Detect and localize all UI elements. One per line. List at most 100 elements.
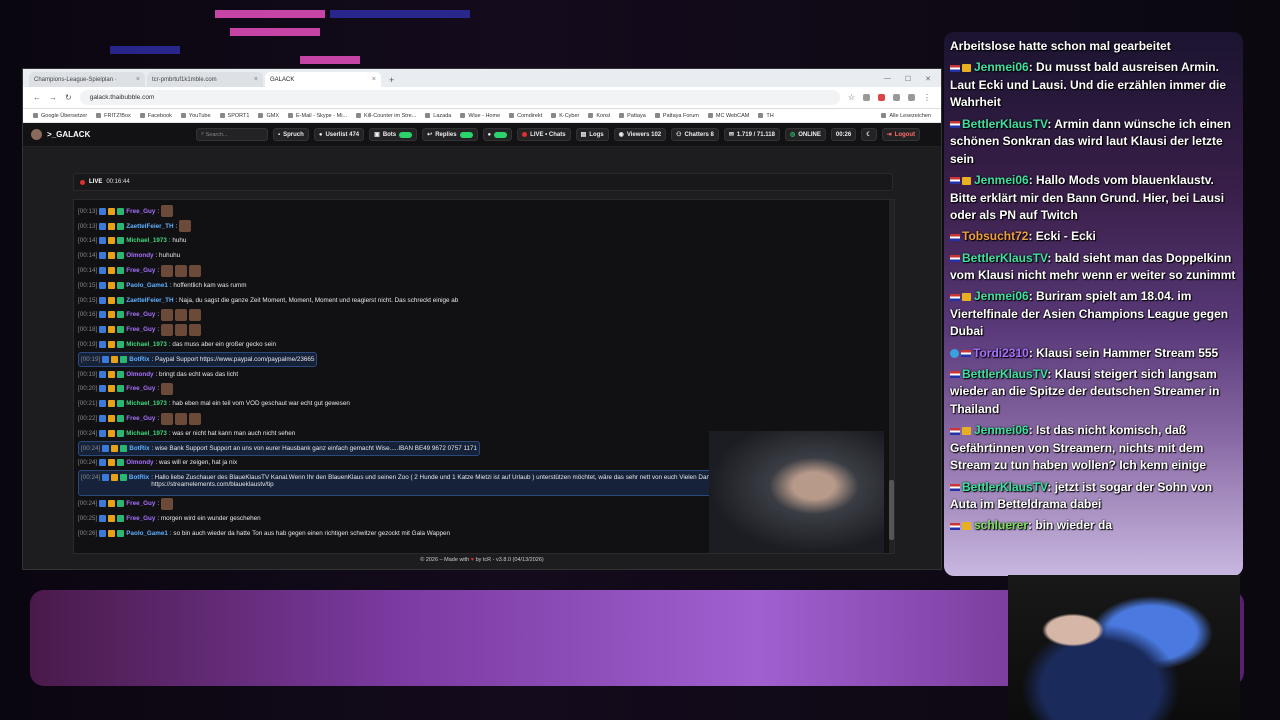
chat-timestamp: [00:19] xyxy=(78,370,98,378)
bookmark[interactable]: Pattaya xyxy=(619,113,646,119)
overlay-chat-username: schluerer xyxy=(974,518,1029,533)
logs-button[interactable]: ▤ Logs xyxy=(575,128,609,141)
bookmark[interactable]: GMX xyxy=(258,113,279,119)
chat-timestamp: [00:13] xyxy=(78,207,98,215)
chat-username[interactable]: Free_Guy xyxy=(126,311,155,318)
chat-username[interactable]: Free_Guy xyxy=(126,208,155,215)
emote-icon xyxy=(189,264,202,277)
minimize-icon[interactable]: — xyxy=(884,75,891,83)
bookmark[interactable]: E-Mail - Skype - Mi... xyxy=(288,113,347,119)
spruch-button[interactable]: ▪ Spruch xyxy=(273,128,309,141)
chat-username[interactable]: Olmondy xyxy=(126,371,153,378)
bookmark[interactable]: K-Cyber xyxy=(551,113,579,119)
close-window-icon[interactable]: ✕ xyxy=(925,75,931,83)
live-chats-button[interactable]: LIVE • Chats xyxy=(517,128,571,141)
browser-tab-active[interactable]: GALACK × xyxy=(265,72,381,87)
chat-username[interactable]: Free_Guy xyxy=(126,515,155,522)
userlist-button[interactable]: ● Userlist 474 xyxy=(313,128,365,141)
toggle-switch[interactable] xyxy=(459,131,473,138)
bookmark[interactable]: Facebook xyxy=(140,113,172,119)
bookmark[interactable]: YouTube xyxy=(181,113,211,119)
app-logo[interactable]: >_GALACK xyxy=(31,129,191,140)
bookmark[interactable]: Kill-Counter im Stre... xyxy=(356,113,416,119)
chat-badge-icon xyxy=(108,296,116,304)
overlay-chat-message: Tordi2310: Klausi sein Hammer Stream 555 xyxy=(950,345,1237,363)
extension-icon[interactable] xyxy=(863,94,870,101)
bookmark[interactable]: Google Übersetzer xyxy=(33,113,87,119)
chat-username[interactable]: Free_Guy xyxy=(126,415,155,422)
chat-username[interactable]: BotRix xyxy=(129,445,149,452)
scrollbar[interactable] xyxy=(889,200,894,553)
chat-badge-icon xyxy=(120,444,128,452)
user-icon: ● xyxy=(318,131,323,138)
button-label: Logout xyxy=(894,131,915,138)
chat-timestamp: [00:24] xyxy=(78,429,98,437)
chat-badge-icon xyxy=(120,355,128,363)
bots-toggle[interactable]: ▣ Bots xyxy=(369,128,418,141)
bookmark[interactable]: TH xyxy=(758,113,773,119)
chat-message: [00:18] Free_Guy: xyxy=(78,322,890,337)
overlay-chat-username: BettlerKlausTV xyxy=(962,479,1048,494)
chat-username[interactable]: Paolo_Game1 xyxy=(126,530,168,537)
overlay-chat-username: BettlerKlausTV xyxy=(962,250,1048,265)
back-icon[interactable]: ← xyxy=(33,93,41,102)
chat-log[interactable]: [00:13] Free_Guy: [00:13] ZaettelFeier_TH:[… xyxy=(73,199,895,554)
bookmark[interactable]: Lazada xyxy=(425,113,451,119)
chat-timestamp: [00:21] xyxy=(78,400,98,408)
chat-username[interactable]: Michael_1973 xyxy=(126,237,167,244)
chat-username[interactable]: Paolo_Game1 xyxy=(126,282,168,289)
live-label: LIVE xyxy=(89,179,103,185)
maximize-icon[interactable]: ☐ xyxy=(905,75,911,83)
reload-icon[interactable]: ↻ xyxy=(65,93,72,102)
all-bookmarks[interactable]: Alle Lesezeichen xyxy=(881,113,931,119)
chat-badge-icon xyxy=(99,529,107,537)
browser-tab[interactable]: Champions-League-Spielplan · × xyxy=(29,72,145,87)
bookmark[interactable]: Pattaya Forum xyxy=(655,113,699,119)
app-footer: © 2026 – Made with ♥ by tcR - v3.8.0 (04… xyxy=(420,557,544,563)
star-icon[interactable]: ☆ xyxy=(848,93,855,102)
chat-username[interactable]: ZaettelFeier_TH xyxy=(126,223,173,230)
toggle-switch[interactable] xyxy=(399,131,413,138)
extension-icon[interactable] xyxy=(893,94,900,101)
extra-toggle[interactable]: ● xyxy=(482,128,513,141)
chat-badge-icon xyxy=(99,326,107,334)
forward-icon[interactable]: → xyxy=(49,93,57,102)
logout-button[interactable]: ⇥ Logout xyxy=(881,128,920,141)
chat-username[interactable]: Free_Guy xyxy=(126,326,155,333)
replies-toggle[interactable]: ↩ Replies xyxy=(422,128,478,141)
chat-username[interactable]: Free_Guy xyxy=(126,267,155,274)
url-field[interactable]: galack.thaibubble.com xyxy=(79,90,840,105)
chat-username[interactable]: Free_Guy xyxy=(126,500,155,507)
emote-icon xyxy=(161,382,174,395)
bookmark[interactable]: Comdirekt xyxy=(509,113,542,119)
browser-tab[interactable]: tcr-pmbrtuf1k1mble.com × xyxy=(147,72,263,87)
bookmark[interactable]: MC WebCAM xyxy=(708,113,750,119)
chat-username[interactable]: Michael_1973 xyxy=(126,400,167,407)
close-icon[interactable]: × xyxy=(372,76,376,83)
menu-icon[interactable]: ⋮ xyxy=(923,93,931,102)
chat-username[interactable]: BotRix xyxy=(129,356,149,363)
chat-username[interactable]: ZaettelFeier_TH xyxy=(126,297,173,304)
bookmark[interactable]: Wise - Home xyxy=(460,113,500,119)
scrollbar-thumb[interactable] xyxy=(889,480,894,540)
bookmark[interactable]: FRITZ!Box xyxy=(96,113,131,119)
extension-icon[interactable] xyxy=(908,94,915,101)
chat-username[interactable]: Michael_1973 xyxy=(126,430,167,437)
extension-icon[interactable] xyxy=(878,94,885,101)
close-icon[interactable]: × xyxy=(254,76,258,83)
chat-badge-icon xyxy=(117,326,125,334)
chat-username[interactable]: Free_Guy xyxy=(126,385,155,392)
clock-display: 00:26 xyxy=(830,128,857,141)
bookmark[interactable]: SPORT1 xyxy=(220,113,250,119)
chat-username[interactable]: Olmondy xyxy=(126,252,153,259)
chat-username[interactable]: Michael_1973 xyxy=(126,341,167,348)
toggle-switch[interactable] xyxy=(494,131,508,138)
theme-toggle[interactable]: ☾ xyxy=(861,128,877,141)
chat-badge-icon xyxy=(99,281,107,289)
close-icon[interactable]: × xyxy=(136,76,140,83)
chat-username[interactable]: Olmondy xyxy=(126,459,153,466)
new-tab-button[interactable]: + xyxy=(383,75,400,87)
chat-username[interactable]: BotRix xyxy=(129,474,149,481)
search-input[interactable]: ⌕ Search... xyxy=(196,128,268,141)
bookmark[interactable]: Konsl xyxy=(588,113,610,119)
